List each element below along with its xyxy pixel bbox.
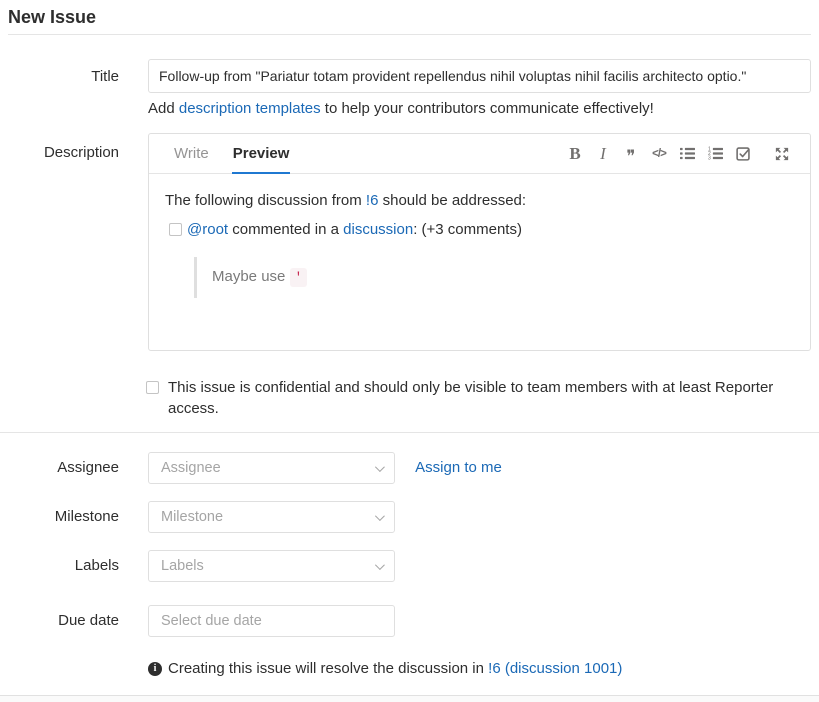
labels-dropdown[interactable]: Labels [148, 550, 395, 582]
bold-icon: B [569, 144, 580, 164]
resolve-discussion-link[interactable]: !6 (discussion 1001) [488, 660, 622, 677]
labels-label: Labels [8, 550, 119, 574]
labels-row: Labels Labels [8, 550, 811, 582]
title-row: Title Add description templates to help … [8, 59, 811, 117]
task-list-button[interactable] [729, 140, 757, 168]
title-label: Title [8, 59, 119, 117]
chevron-down-icon [375, 511, 385, 521]
editor-tabs: Write Preview [173, 134, 312, 173]
chevron-down-icon [375, 560, 385, 570]
task-checkbox [169, 223, 182, 236]
task-list: @root commented in a discussion: (+3 com… [165, 220, 794, 298]
task-list-icon [736, 146, 751, 161]
header-divider [8, 34, 811, 35]
due-date-label: Due date [8, 605, 119, 629]
numbered-list-button[interactable]: 123 [701, 140, 729, 168]
italic-button[interactable]: I [589, 140, 617, 168]
description-preview: The following discussion from !6 should … [149, 174, 810, 315]
labels-dropdown-value: Labels [161, 558, 204, 574]
confidential-option: This issue is confidential and should on… [146, 378, 811, 419]
title-input[interactable] [148, 59, 811, 93]
assign-to-me-link[interactable]: Assign to me [415, 452, 502, 484]
confidential-checkbox[interactable] [146, 381, 159, 394]
chevron-down-icon [375, 462, 385, 472]
italic-icon: I [600, 144, 606, 164]
code-icon: </> [652, 148, 666, 160]
bullet-list-icon [680, 146, 695, 161]
tab-write[interactable]: Write [173, 134, 210, 174]
assignee-dropdown[interactable]: Assignee [148, 452, 395, 484]
milestone-label: Milestone [8, 501, 119, 525]
fullscreen-button[interactable] [768, 140, 796, 168]
description-label: Description [8, 133, 119, 351]
assignee-dropdown-value: Assignee [161, 460, 221, 476]
milestone-dropdown-value: Milestone [161, 509, 223, 525]
due-date-input[interactable] [148, 605, 395, 637]
confidential-label: This issue is confidential and should on… [168, 378, 793, 419]
assignee-label: Assignee [8, 452, 119, 476]
quote-button[interactable]: ❞ [617, 140, 645, 168]
tab-preview[interactable]: Preview [232, 134, 291, 174]
form-actions-bar [0, 695, 819, 702]
fullscreen-icon [775, 147, 789, 161]
quote-icon: ❞ [626, 152, 635, 162]
milestone-dropdown[interactable]: Milestone [148, 501, 395, 533]
new-issue-form: Title Add description templates to help … [0, 59, 819, 677]
discussion-link[interactable]: discussion [343, 221, 413, 238]
milestone-row: Milestone Milestone [8, 501, 811, 533]
numbered-list-icon: 123 [708, 146, 723, 161]
assignee-row: Assignee Assignee Assign to me [8, 452, 811, 484]
inline-code: ' [290, 268, 308, 287]
page-title: New Issue [8, 6, 811, 28]
info-icon: i [148, 662, 162, 676]
bold-button[interactable]: B [561, 140, 589, 168]
markdown-editor: Write Preview B I ❞ </> 123 [148, 133, 811, 351]
svg-text:3: 3 [708, 155, 711, 161]
user-link[interactable]: @root [187, 221, 228, 238]
code-button[interactable]: </> [645, 140, 673, 168]
quoted-comment: Maybe use ' [194, 257, 794, 298]
section-divider [0, 432, 819, 433]
bullet-list-button[interactable] [673, 140, 701, 168]
title-help-text: Add description templates to help your c… [148, 100, 811, 117]
description-templates-link[interactable]: description templates [179, 100, 321, 117]
editor-header: Write Preview B I ❞ </> 123 [149, 134, 810, 174]
resolve-note-text: Creating this issue will resolve the dis… [168, 660, 622, 677]
editor-toolbar: B I ❞ </> 123 [561, 134, 796, 173]
confidential-row: This issue is confidential and should on… [8, 378, 811, 419]
task-list-item: @root commented in a discussion: (+3 com… [169, 220, 794, 298]
preview-line: The following discussion from !6 should … [165, 191, 794, 211]
resolve-note-row: i Creating this issue will resolve the d… [8, 660, 811, 677]
merge-request-link[interactable]: !6 [366, 192, 379, 209]
due-date-row: Due date [8, 605, 811, 637]
description-row: Description Write Preview B I ❞ </> [8, 133, 811, 351]
